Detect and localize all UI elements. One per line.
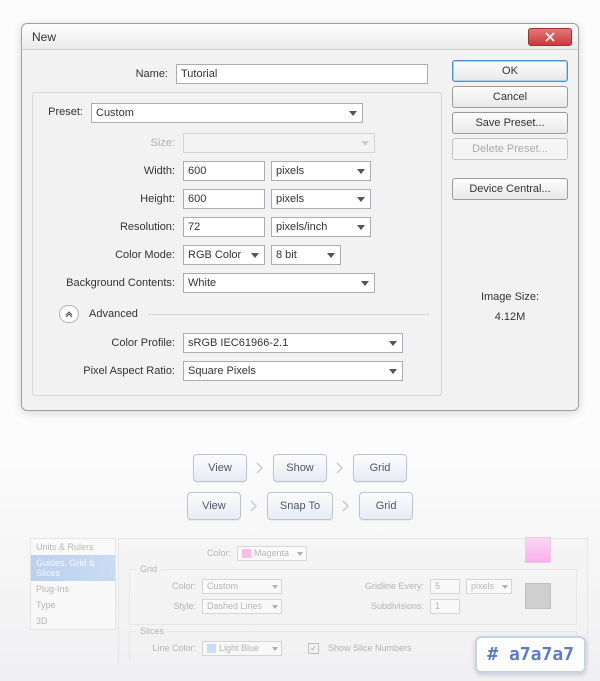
sidebar-item-plugins[interactable]: Plug-Ins (31, 581, 115, 597)
grid-section-title: Grid (136, 564, 161, 574)
grid-color-select[interactable]: Custom (202, 579, 282, 594)
pixel-aspect-label: Pixel Aspect Ratio: (39, 365, 183, 377)
line-color-label: Line Color: (138, 643, 196, 653)
height-label: Height: (39, 193, 183, 205)
cancel-button[interactable]: Cancel (452, 86, 568, 108)
background-label: Background Contents: (39, 277, 183, 289)
crumb-show[interactable]: Show (273, 454, 327, 482)
color-profile-label: Color Profile: (39, 337, 183, 349)
crumb-view[interactable]: View (187, 492, 241, 520)
gridline-every-label: Gridline Every: (354, 581, 424, 591)
chevron-right-icon (339, 495, 353, 517)
image-size-value: 4.12M (452, 308, 568, 328)
sidebar-item-type[interactable]: Type (31, 597, 115, 613)
hex-color-callout: # a7a7a7 (475, 636, 586, 673)
color-mode-select[interactable]: RGB Color (183, 245, 265, 265)
height-input[interactable]: 600 (183, 189, 265, 209)
chevron-up-icon (65, 310, 73, 318)
advanced-toggle[interactable] (59, 305, 79, 323)
line-color-select[interactable]: Light Blue (202, 641, 282, 656)
chevron-right-icon (333, 457, 347, 479)
grid-color-label: Color: (138, 581, 196, 591)
divider (148, 314, 429, 315)
background-select[interactable]: White (183, 273, 375, 293)
crumb-grid[interactable]: Grid (353, 454, 407, 482)
new-document-dialog: New Name: Tutorial Preset: Custom Size: (21, 23, 579, 411)
image-size-label: Image Size: (452, 288, 568, 308)
width-unit-select[interactable]: pixels (271, 161, 371, 181)
width-label: Width: (39, 165, 183, 177)
color-depth-select[interactable]: 8 bit (271, 245, 341, 265)
image-size-info: Image Size: 4.12M (452, 288, 568, 328)
resolution-input[interactable]: 72 (183, 217, 265, 237)
sidebar-item-units[interactable]: Units & Rulers (31, 539, 115, 555)
gridline-every-input[interactable]: 5 (430, 579, 460, 594)
resolution-label: Resolution: (39, 221, 183, 233)
pixel-aspect-select[interactable]: Square Pixels (183, 361, 403, 381)
slices-section-title: Slices (136, 626, 168, 636)
save-preset-button[interactable]: Save Preset... (452, 112, 568, 134)
crumb-snap-to[interactable]: Snap To (267, 492, 333, 520)
sidebar-item-3d[interactable]: 3D (31, 613, 115, 629)
dialog-title: New (32, 30, 528, 44)
guides-color-select[interactable]: Magenta (237, 546, 307, 561)
color-profile-select[interactable]: sRGB IEC61966-2.1 (183, 333, 403, 353)
guides-color-label: Color: (173, 548, 231, 558)
crumb-view[interactable]: View (193, 454, 247, 482)
size-label: Size: (39, 137, 183, 149)
preset-select[interactable]: Custom (91, 103, 363, 123)
titlebar: New (22, 24, 578, 50)
chevron-right-icon (247, 495, 261, 517)
color-mode-label: Color Mode: (39, 249, 183, 261)
magenta-swatch[interactable] (525, 537, 551, 563)
crumb-grid[interactable]: Grid (359, 492, 413, 520)
subdivisions-label: Subdivisions: (354, 601, 424, 611)
preset-group: Preset: Custom Size: Width: 600 pixels H… (32, 92, 442, 396)
width-input[interactable]: 600 (183, 161, 265, 181)
menu-path-row-2: View Snap To Grid (0, 492, 600, 520)
grid-style-label: Style: (138, 601, 196, 611)
resolution-unit-select[interactable]: pixels/inch (271, 217, 371, 237)
height-unit-select[interactable]: pixels (271, 189, 371, 209)
gridline-unit-select[interactable]: pixels (466, 579, 512, 594)
close-icon (545, 32, 555, 42)
advanced-label: Advanced (85, 308, 142, 320)
ok-button[interactable]: OK (452, 60, 568, 82)
menu-path-area: View Show Grid View Snap To Grid (0, 454, 600, 530)
delete-preset-button: Delete Preset... (452, 138, 568, 160)
close-button[interactable] (528, 28, 572, 46)
device-central-button[interactable]: Device Central... (452, 178, 568, 200)
preset-label: Preset: (39, 106, 91, 118)
grid-style-select[interactable]: Dashed Lines (202, 599, 282, 614)
show-slice-checkbox[interactable]: ✓ (308, 643, 319, 654)
grid-section: Grid Color: Custom Gridline Every: 5 pix… (129, 569, 577, 625)
name-label: Name: (32, 68, 176, 80)
size-select (183, 133, 375, 153)
menu-path-row-1: View Show Grid (0, 454, 600, 482)
sidebar-item-guides[interactable]: Guides, Grid & Slices (31, 555, 115, 581)
show-slice-label: Show Slice Numbers (328, 643, 412, 653)
prefs-sidebar: Units & Rulers Guides, Grid & Slices Plu… (30, 538, 116, 630)
subdivisions-input[interactable]: 1 (430, 599, 460, 614)
name-input[interactable]: Tutorial (176, 64, 428, 84)
chevron-right-icon (253, 457, 267, 479)
